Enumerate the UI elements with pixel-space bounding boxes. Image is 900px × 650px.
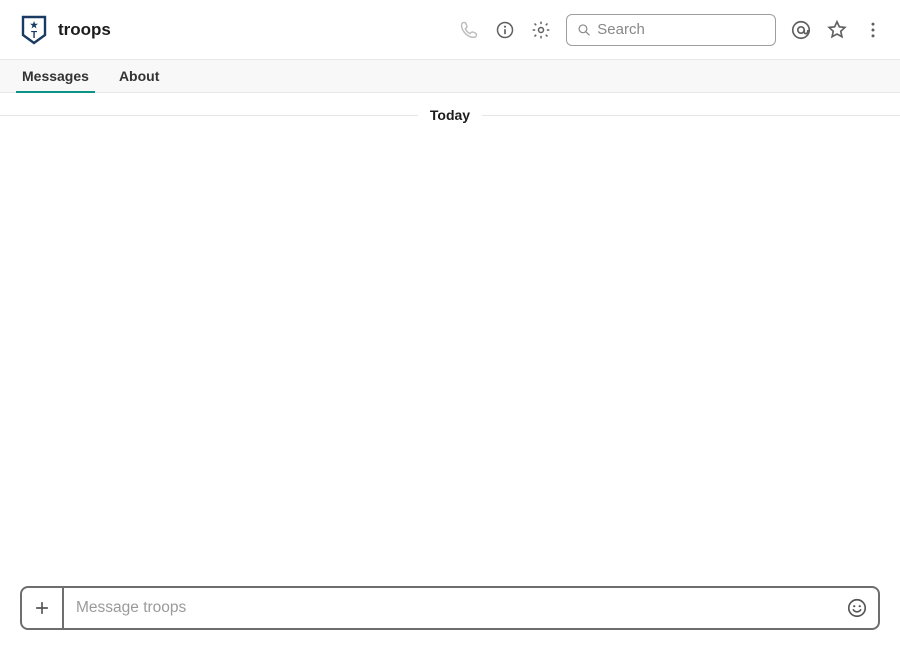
message-input[interactable] (64, 599, 836, 617)
channel-tabs: Messages About (0, 60, 900, 93)
mentions-button[interactable] (790, 19, 812, 41)
info-button[interactable] (494, 19, 516, 41)
search-icon (577, 22, 591, 38)
app-root: ★ T troops (0, 0, 900, 650)
svg-text:★: ★ (30, 20, 39, 30)
gear-icon (531, 20, 551, 40)
date-divider: Today (0, 107, 900, 123)
call-button (458, 19, 480, 41)
search-input[interactable] (597, 21, 765, 38)
message-composer (20, 586, 880, 630)
composer-emoji-button[interactable] (836, 588, 878, 628)
shield-icon: ★ T (21, 15, 47, 45)
tab-messages[interactable]: Messages (20, 61, 91, 92)
smile-icon (846, 597, 868, 619)
date-divider-label: Today (418, 107, 482, 123)
channel-header: ★ T troops (0, 0, 900, 60)
channel-name: troops (58, 20, 111, 40)
star-icon (826, 19, 848, 41)
plus-icon (32, 598, 52, 618)
star-button[interactable] (826, 19, 848, 41)
header-actions (458, 14, 884, 46)
app-badge: ★ T (20, 14, 48, 46)
composer-area (0, 586, 900, 650)
phone-icon (459, 20, 479, 40)
more-vertical-icon (863, 20, 883, 40)
settings-button[interactable] (530, 19, 552, 41)
search-box[interactable] (566, 14, 776, 46)
tab-about[interactable]: About (117, 61, 161, 92)
messages-pane: Today (0, 93, 900, 586)
svg-text:T: T (31, 30, 37, 41)
composer-add-button[interactable] (22, 588, 64, 628)
more-button[interactable] (862, 19, 884, 41)
at-icon (790, 19, 812, 41)
info-icon (495, 20, 515, 40)
